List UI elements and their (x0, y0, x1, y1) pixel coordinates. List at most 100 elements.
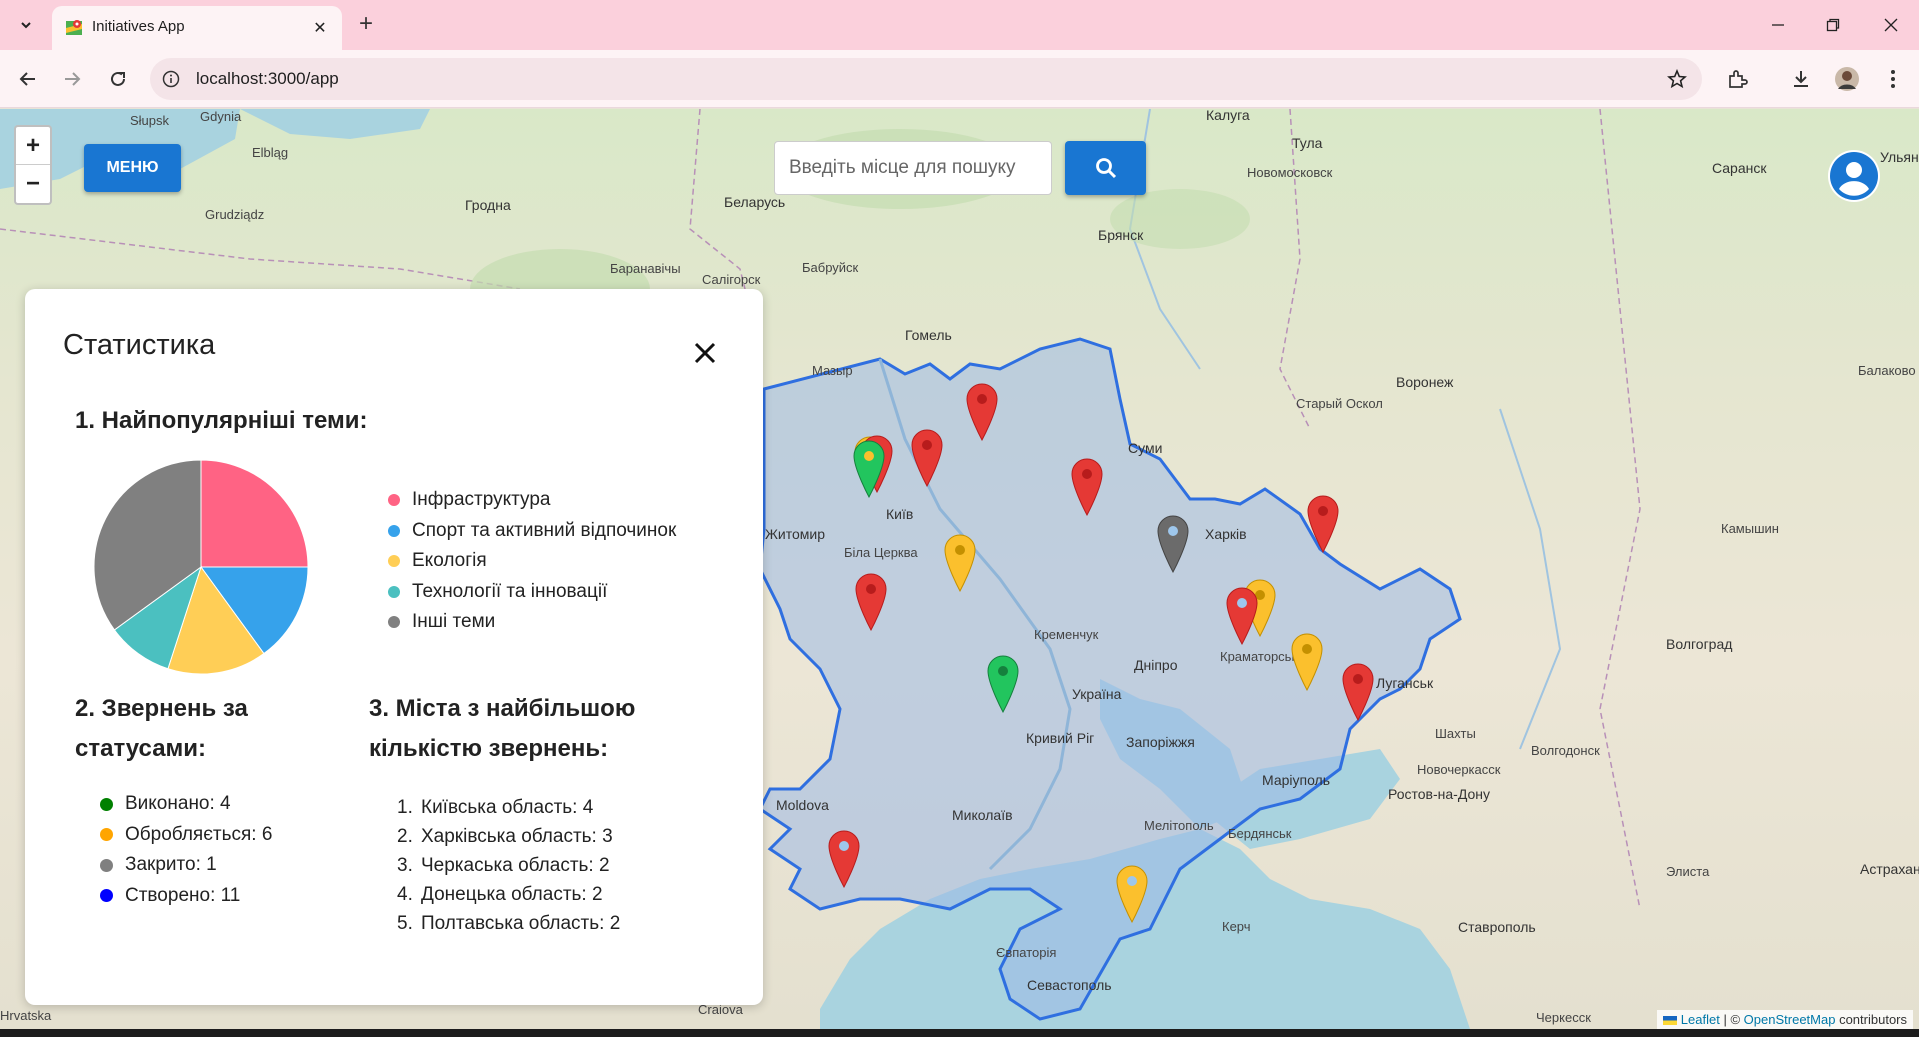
map-pin-marker[interactable] (1306, 494, 1340, 554)
map-label: Маріуполь (1262, 772, 1331, 788)
map-pin-marker[interactable] (827, 829, 861, 889)
extensions-icon[interactable] (1722, 64, 1752, 94)
status-label: Закрито: 1 (125, 854, 217, 876)
restore-icon[interactable] (1810, 8, 1856, 42)
statuses-title-line2: статусами: (75, 735, 207, 762)
city-rank: 5. (397, 912, 413, 934)
map-label: Новомосковск (1247, 165, 1333, 180)
statistics-title: Статистика (63, 329, 216, 361)
location-search-input[interactable] (774, 141, 1052, 195)
map-pin-marker[interactable] (986, 654, 1020, 714)
site-info-icon[interactable] (160, 68, 182, 90)
map-label: Черкесск (1536, 1010, 1591, 1025)
map-pin-marker[interactable] (1115, 864, 1149, 924)
tab-title: Initiatives App (92, 18, 185, 35)
legend-item: Інфраструктура (388, 485, 676, 516)
map-label: Харків (1205, 526, 1247, 542)
map-label: Moldova (776, 797, 829, 813)
back-button[interactable] (12, 63, 44, 95)
map-label: Ростов-на-Дону (1388, 786, 1490, 802)
bookmark-star-icon[interactable] (1666, 68, 1688, 90)
map-label: Волгодонск (1531, 743, 1600, 758)
map-label: Суми (1128, 440, 1163, 456)
legend-item: Технології та інновації (388, 577, 676, 608)
openstreetmap-link[interactable]: OpenStreetMap (1744, 1012, 1836, 1027)
map-label: Бердянськ (1228, 826, 1292, 841)
reload-button[interactable] (102, 63, 134, 95)
map-pin-marker[interactable] (1225, 586, 1259, 646)
map-label: Бабруйск (802, 260, 859, 275)
close-statistics-button[interactable] (685, 333, 725, 373)
popular-topics-title: 1. Найпопулярніші теми: (75, 407, 368, 434)
leaflet-link[interactable]: Leaflet (1681, 1012, 1720, 1027)
zoom-in-button[interactable]: + (16, 127, 50, 165)
status-dot (100, 797, 113, 811)
map-pin-marker[interactable] (852, 439, 886, 499)
browser-toolbar: localhost:3000/app (0, 50, 1919, 108)
close-tab-icon[interactable]: ✕ (308, 16, 332, 40)
chevron-down-icon (21, 22, 31, 29)
close-window-icon[interactable] (1868, 8, 1914, 42)
city-label: Київська область: 4 (421, 796, 594, 818)
map-attribution: Leaflet | © OpenStreetMap contributors (1657, 1010, 1913, 1029)
map-label: Волгоград (1666, 636, 1733, 652)
status-item: Обробляється: 6 (100, 820, 272, 851)
map-pin-marker[interactable] (1341, 662, 1375, 722)
pie-slice[interactable] (200, 459, 309, 568)
map-favicon-icon (66, 20, 82, 35)
attribution-separator: | © (1723, 1012, 1741, 1027)
map-label: Гродна (465, 197, 511, 213)
reload-icon (111, 71, 125, 86)
city-rank: 2. (397, 825, 413, 847)
cities-list: 1. Київська область: 4 2. Харківська облас… (397, 793, 620, 938)
map-label: Кривий Ріг (1026, 730, 1095, 746)
legend-label: Спорт та активний відпочинок (412, 519, 677, 541)
topics-pie-chart (93, 459, 309, 675)
status-dot (100, 858, 113, 872)
more-menu-icon[interactable] (1878, 64, 1908, 94)
map-label: Запоріжжя (1126, 734, 1195, 750)
legend-item: Екологія (388, 546, 676, 577)
map-label: Мелітополь (1144, 818, 1214, 833)
map-label: Камышин (1721, 521, 1779, 536)
city-item: 3. Черкаська область: 2 (397, 851, 620, 880)
legend-dot (388, 494, 400, 507)
map-pin-marker[interactable] (910, 428, 944, 488)
map-label: Elbląg (252, 145, 289, 160)
map-label: Słupsk (130, 113, 170, 128)
address-bar[interactable]: localhost:3000/app (150, 58, 1702, 100)
legend-dot (388, 585, 400, 598)
map-label: Дніпро (1134, 657, 1178, 673)
download-icon[interactable] (1786, 64, 1816, 94)
map-pin-marker[interactable] (965, 382, 999, 442)
map-label: Беларусь (724, 194, 786, 210)
forward-button[interactable] (56, 63, 88, 95)
profile-avatar-icon[interactable] (1832, 64, 1862, 94)
map-label: Баранавічы (610, 261, 681, 276)
status-label: Обробляється: 6 (125, 823, 273, 845)
minimize-icon[interactable] (1755, 8, 1801, 42)
legend-item: Спорт та активний відпочинок (388, 516, 676, 547)
account-button[interactable] (1828, 150, 1880, 202)
map-label: Ставрополь (1458, 919, 1536, 935)
zoom-out-button[interactable]: − (16, 165, 50, 203)
menu-button[interactable]: МЕНЮ (84, 144, 181, 192)
new-tab-button[interactable]: + (352, 10, 380, 38)
arrow-left-icon (19, 72, 35, 86)
browser-tab[interactable]: Initiatives App ✕ (52, 6, 342, 50)
close-icon (694, 342, 716, 364)
statuses-title-line1: 2. Звернень за (75, 695, 248, 722)
map-pin-marker[interactable] (1156, 514, 1190, 574)
search-button[interactable] (1065, 141, 1146, 195)
city-item: 1. Київська область: 4 (397, 793, 620, 822)
map-pin-marker[interactable] (943, 533, 977, 593)
legend-dot (388, 555, 400, 568)
map-pin-marker[interactable] (854, 572, 888, 632)
map-pin-marker[interactable] (1290, 632, 1324, 692)
map-pin-marker[interactable] (1070, 457, 1104, 517)
map-label: Тула (1292, 135, 1323, 151)
map-label: Ульяновск (1880, 149, 1919, 165)
city-label: Черкаська область: 2 (421, 854, 610, 876)
tab-search-button[interactable] (10, 10, 42, 40)
map-label: Краматорськ (1220, 649, 1298, 664)
